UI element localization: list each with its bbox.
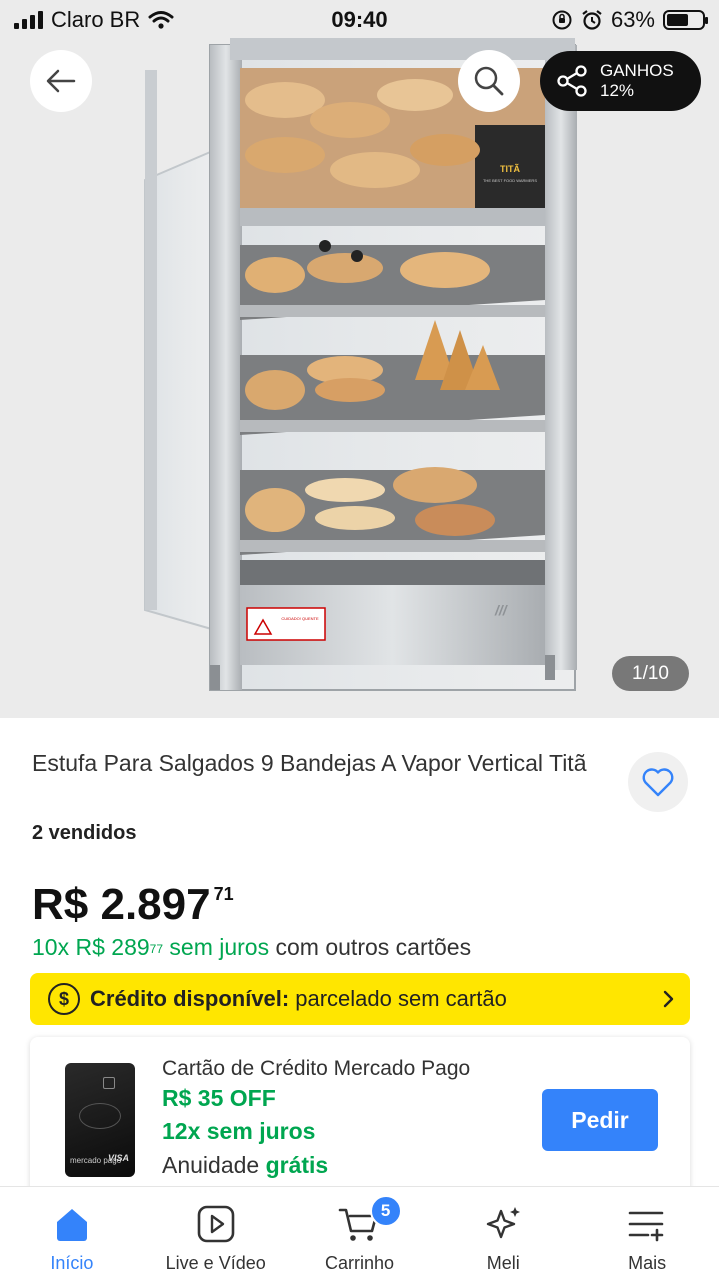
price-main: R$ 2.897 (32, 880, 211, 929)
installment-count: 10x (32, 934, 70, 960)
share-icon (557, 65, 587, 97)
installments-info[interactable]: 10x R$ 289 77 sem juros com outros cartõe… (32, 934, 471, 961)
sold-count: 2 vendidos (32, 822, 137, 844)
card-network: VISA (107, 1153, 129, 1163)
sparkle-icon (487, 1207, 521, 1239)
card-offer-installments: 12x sem juros (162, 1118, 316, 1144)
tab-live-video-label: Live e Vídeo (165, 1253, 266, 1273)
tab-more-label: Mais (628, 1253, 667, 1273)
arrow-left-icon (46, 69, 76, 93)
card-chip-icon (103, 1077, 115, 1089)
credit-label: Crédito disponível: (90, 986, 290, 1011)
tab-cart[interactable]: 5 Carrinho (288, 1187, 432, 1280)
price: R$ 2.897 71 (32, 878, 234, 932)
alarm-icon (582, 10, 602, 30)
cart-count-badge: 5 (369, 1195, 402, 1227)
share-earnings-button[interactable]: GANHOS 12% (540, 51, 701, 111)
play-icon (197, 1205, 234, 1243)
credit-card-image: mercado pago VISA (65, 1063, 135, 1177)
product-image: TITÃ THE BEST FOOD WARMERS CUIDADO! QUEN… (144, 38, 577, 691)
gallery-page-indicator: 1/10 (612, 656, 689, 691)
image-brand: TITÃ (500, 164, 520, 174)
chevron-right-icon (663, 990, 674, 1008)
wifi-icon (148, 11, 174, 29)
price-cents: 71 (213, 884, 234, 904)
card-offer-annual-fee: Anuidade grátis (162, 1152, 328, 1179)
card-offer-title: Cartão de Crédito Mercado Pago (162, 1057, 471, 1080)
battery-percent: 63% (610, 7, 655, 32)
mercado-pago-logo (79, 1103, 121, 1129)
tab-more[interactable]: Mais (575, 1187, 719, 1280)
image-warning: CUIDADO! QUENTE (281, 616, 319, 621)
product-title: Estufa Para Salgados 9 Bandejas A Vapor … (32, 750, 587, 776)
installment-interest: sem juros (169, 934, 270, 960)
tab-home[interactable]: Início (0, 1187, 144, 1280)
installment-cents: 77 (149, 942, 164, 956)
credit-card-offer: mercado pago VISA Cartão de Crédito Merc… (30, 1037, 690, 1197)
tab-home-label: Início (50, 1253, 94, 1273)
request-card-button[interactable]: Pedir (542, 1089, 658, 1151)
installment-value: R$ 289 (75, 934, 150, 960)
carrier-label: Claro BR (51, 7, 141, 32)
share-percent: 12% (600, 81, 635, 100)
menu-plus-icon (628, 1211, 664, 1242)
product-gallery[interactable]: Claro BR 09:40 63% TITÃ THE BEST FOOD WA… (0, 0, 719, 718)
card-offer-discount: R$ 35 OFF (162, 1085, 276, 1111)
search-icon (474, 66, 504, 96)
annual-prefix: Anuidade (162, 1152, 260, 1178)
dollar-coin-icon: $ (48, 983, 80, 1015)
installment-rest: com outros cartões (275, 934, 472, 960)
heart-icon (642, 768, 674, 797)
tab-cart-label: Carrinho (324, 1253, 394, 1273)
credit-available-banner[interactable]: $ Crédito disponível: parcelado sem cart… (30, 973, 690, 1025)
annual-value: grátis (265, 1152, 329, 1178)
status-bar: Claro BR 09:40 63% (0, 0, 719, 40)
tab-live-video[interactable]: Live e Vídeo (144, 1187, 288, 1280)
back-button[interactable] (30, 50, 92, 112)
battery-icon (663, 10, 708, 30)
svg-text:///: /// (494, 602, 509, 618)
signal-icon (14, 11, 43, 29)
tab-meli-label: Meli (486, 1253, 520, 1273)
share-title: GANHOS (600, 61, 674, 80)
tab-meli[interactable]: Meli (431, 1187, 575, 1280)
credit-text: parcelado sem cartão (295, 986, 507, 1011)
favorite-button[interactable] (628, 752, 688, 812)
search-button[interactable] (458, 50, 520, 112)
bottom-tab-bar: Início Live e Vídeo 5 Carrinho Meli Mais (0, 1186, 719, 1280)
orientation-lock-icon (552, 10, 572, 30)
home-icon (56, 1209, 87, 1241)
image-slogan: THE BEST FOOD WARMERS (483, 178, 537, 183)
